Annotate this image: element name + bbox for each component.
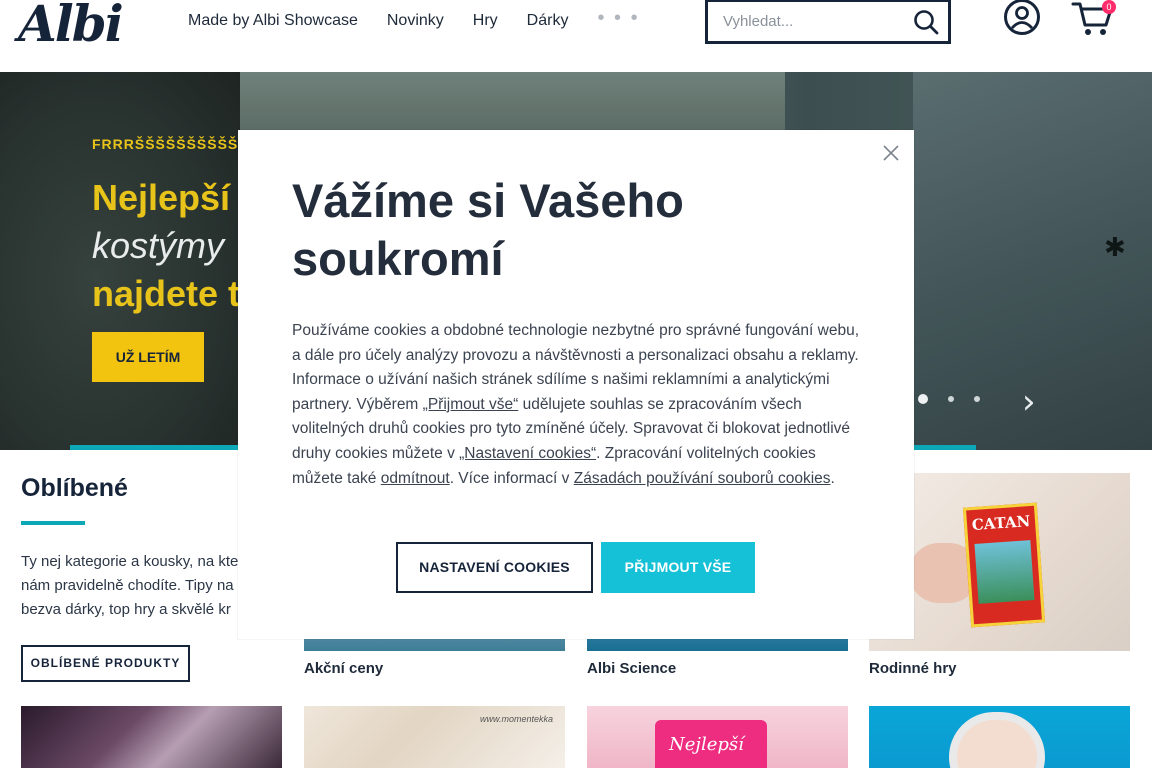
search-icon[interactable]	[912, 8, 940, 36]
link-refuse[interactable]: odmítnout	[381, 470, 450, 487]
link-cookie-settings[interactable]: „Nastavení cookies“	[459, 445, 596, 462]
cookie-settings-button[interactable]: NASTAVENÍ COOKIES	[396, 542, 593, 593]
nav-item-novinky[interactable]: Novinky	[387, 12, 444, 30]
albi-logo[interactable]: Albi	[18, 0, 124, 53]
accept-all-button[interactable]: PŘIJMOUT VŠE	[601, 542, 755, 593]
search-box	[705, 0, 951, 44]
link-accept-all[interactable]: „Přijmout vše“	[423, 396, 519, 413]
dialog-title: Vážíme si Vašeho soukromí	[292, 174, 684, 285]
site-header: Albi Made by Albi Showcase Novinky Hry D…	[0, 0, 1152, 72]
nav-item-showcase[interactable]: Made by Albi Showcase	[188, 12, 358, 30]
nav-more-icon[interactable]: • • •	[597, 7, 639, 30]
nav-item-darky[interactable]: Dárky	[527, 12, 569, 30]
dialog-body: Používáme cookies a obdobné technologie …	[292, 322, 859, 487]
cookie-consent-dialog: Vážíme si Vašeho soukromí Používáme cook…	[238, 130, 914, 639]
link-cookie-policy[interactable]: Zásadách používání souborů cookies	[574, 470, 831, 487]
user-account-icon[interactable]	[1003, 0, 1041, 36]
search-input[interactable]	[723, 2, 913, 40]
close-icon[interactable]	[880, 142, 902, 164]
nav-item-hry[interactable]: Hry	[473, 12, 498, 30]
main-nav: Made by Albi Showcase Novinky Hry Dárky …	[188, 7, 640, 30]
cart-count-badge: 0	[1102, 0, 1116, 14]
